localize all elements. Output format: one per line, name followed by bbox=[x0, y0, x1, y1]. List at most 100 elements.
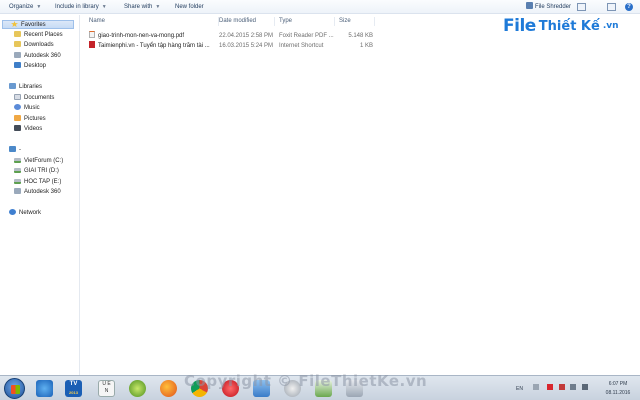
nav-drive-d-label: GIAI TRI (D:) bbox=[24, 168, 59, 174]
network-tray-icon[interactable] bbox=[570, 384, 576, 390]
nav-drive-d[interactable]: GIAI TRI (D:) bbox=[14, 167, 59, 176]
unikey-icon[interactable]: U EN bbox=[98, 380, 115, 397]
hard-drive-icon bbox=[14, 179, 21, 184]
chevron-down-icon: ▼ bbox=[36, 4, 42, 10]
autodesk-icon bbox=[14, 188, 21, 194]
share-with-label: Share with bbox=[124, 4, 153, 10]
tray-arrow-icon[interactable] bbox=[533, 384, 539, 390]
nav-autodesk-drive[interactable]: Autodesk 360 bbox=[14, 188, 61, 197]
nav-favorites[interactable]: Favorites bbox=[2, 20, 74, 29]
nav-downloads-label: Downloads bbox=[24, 42, 54, 48]
desktop-icon bbox=[14, 62, 21, 68]
nav-music-label: Music bbox=[24, 105, 40, 111]
nav-computer[interactable]: - bbox=[9, 146, 21, 155]
nav-favorites-label: Favorites bbox=[21, 22, 46, 28]
hard-drive-icon bbox=[14, 168, 21, 173]
music-icon bbox=[14, 104, 21, 110]
internet-explorer-icon[interactable] bbox=[36, 380, 53, 397]
file-date-cell: 22.04.2015 2:58 PM bbox=[219, 33, 274, 39]
tv-2013-icon[interactable]: TV 2013 bbox=[65, 380, 82, 397]
file-shredder-button[interactable]: File Shredder bbox=[526, 2, 571, 12]
view-options-icon[interactable] bbox=[577, 3, 586, 11]
firefox-icon[interactable] bbox=[160, 380, 177, 397]
start-button[interactable] bbox=[4, 378, 25, 399]
recent-places-icon bbox=[14, 31, 21, 37]
column-size[interactable]: Size bbox=[335, 17, 375, 26]
hard-drive-icon bbox=[14, 158, 21, 163]
file-name-cell: Taimienphi.vn - Tuyển tập hàng trăm tài … bbox=[89, 41, 217, 51]
star-icon bbox=[11, 21, 18, 27]
videos-icon bbox=[14, 125, 21, 131]
pictures-icon bbox=[14, 115, 21, 121]
shredder-icon bbox=[526, 2, 533, 9]
documents-icon bbox=[14, 94, 21, 100]
file-size-cell: 1 KB bbox=[359, 43, 373, 49]
volume-icon[interactable] bbox=[582, 384, 588, 390]
uen-line1: U E bbox=[102, 381, 111, 387]
file-type-cell: Internet Shortcut bbox=[279, 43, 324, 49]
file-type-cell: Foxit Reader PDF ... bbox=[279, 33, 334, 39]
nav-recent-places[interactable]: Recent Places bbox=[14, 31, 63, 40]
tv-badge-text: TV bbox=[69, 381, 78, 387]
nav-network[interactable]: Network bbox=[9, 209, 41, 218]
nav-downloads[interactable]: Downloads bbox=[14, 41, 54, 50]
nav-desktop-label: Desktop bbox=[24, 63, 47, 69]
url-shortcut-icon bbox=[89, 41, 95, 48]
command-bar: Organize ▼ Include in library ▼ Share with… bbox=[0, 0, 640, 14]
navigation-pane: Favorites Recent Places Downloads Autode… bbox=[0, 15, 80, 375]
organize-label: Organize bbox=[9, 4, 34, 10]
include-in-library-label: Include in library bbox=[55, 4, 99, 10]
nav-pictures-label: Pictures bbox=[24, 116, 46, 122]
file-shredder-label: File Shredder bbox=[535, 4, 572, 10]
network-icon bbox=[9, 209, 16, 215]
nav-documents[interactable]: Documents bbox=[14, 94, 54, 103]
nav-drive-c-label: VietForum (C:) bbox=[24, 158, 64, 164]
libraries-icon bbox=[9, 83, 16, 89]
nav-libraries[interactable]: Libraries bbox=[9, 83, 42, 92]
nav-libraries-label: Libraries bbox=[19, 84, 43, 90]
nav-videos-label: Videos bbox=[24, 126, 43, 132]
tray-v-icon[interactable] bbox=[547, 384, 553, 390]
preview-pane-icon[interactable] bbox=[607, 3, 616, 11]
autodesk-icon bbox=[14, 52, 21, 58]
nav-computer-label: - bbox=[19, 147, 21, 153]
nav-drive-c[interactable]: VietForum (C:) bbox=[14, 157, 63, 166]
column-name[interactable]: Name bbox=[85, 17, 219, 26]
nav-autodesk-360[interactable]: Autodesk 360 bbox=[14, 52, 61, 61]
include-in-library-button[interactable]: Include in library ▼ bbox=[55, 3, 107, 12]
column-type[interactable]: Type bbox=[275, 17, 335, 26]
nav-videos[interactable]: Videos bbox=[14, 125, 42, 134]
file-date-cell: 16.03.2015 5:24 PM bbox=[219, 43, 274, 49]
column-date-modified[interactable]: Date modified bbox=[215, 17, 275, 26]
file-name: Taimienphi.vn - Tuyển tập hàng trăm tài … bbox=[98, 43, 210, 49]
clock-time[interactable]: 6:07 PM bbox=[600, 381, 636, 387]
nav-desktop[interactable]: Desktop bbox=[14, 62, 46, 71]
nav-network-label: Network bbox=[19, 210, 42, 216]
chevron-down-icon: ▼ bbox=[155, 4, 161, 10]
pdf-icon bbox=[89, 31, 95, 38]
column-header-row: Name Date modified Type Size bbox=[81, 15, 640, 27]
downloads-icon bbox=[14, 41, 21, 47]
tv-year-text: 2013 bbox=[69, 390, 78, 395]
share-with-button[interactable]: Share with ▼ bbox=[124, 3, 160, 12]
language-indicator[interactable]: EN bbox=[516, 386, 523, 392]
file-name: giao-trinh-mon-nen-va-mong.pdf bbox=[98, 33, 185, 39]
nav-recent-places-label: Recent Places bbox=[24, 32, 63, 38]
clock-date[interactable]: 08.11.2016 bbox=[600, 390, 636, 396]
copyright-watermark: Copyright © FileThietKe.vn bbox=[184, 372, 428, 390]
file-name-cell: giao-trinh-mon-nen-va-mong.pdf bbox=[89, 31, 217, 41]
tray-app-icon[interactable] bbox=[559, 384, 565, 390]
nav-autodesk-drive-label: Autodesk 360 bbox=[24, 189, 61, 195]
coccoc-icon[interactable] bbox=[129, 380, 146, 397]
nav-drive-e[interactable]: HOC TAP (E:) bbox=[14, 178, 61, 187]
help-icon[interactable]: ? bbox=[625, 3, 633, 11]
nav-documents-label: Documents bbox=[24, 95, 55, 101]
new-folder-button[interactable]: New folder bbox=[175, 3, 204, 12]
organize-button[interactable]: Organize ▼ bbox=[9, 3, 41, 12]
windows-logo-icon bbox=[11, 385, 20, 394]
nav-drive-e-label: HOC TAP (E:) bbox=[24, 179, 62, 185]
nav-pictures[interactable]: Pictures bbox=[14, 115, 46, 124]
file-size-cell: 5.148 KB bbox=[348, 33, 373, 39]
uen-line2: N bbox=[104, 388, 109, 394]
nav-music[interactable]: Music bbox=[14, 104, 40, 113]
